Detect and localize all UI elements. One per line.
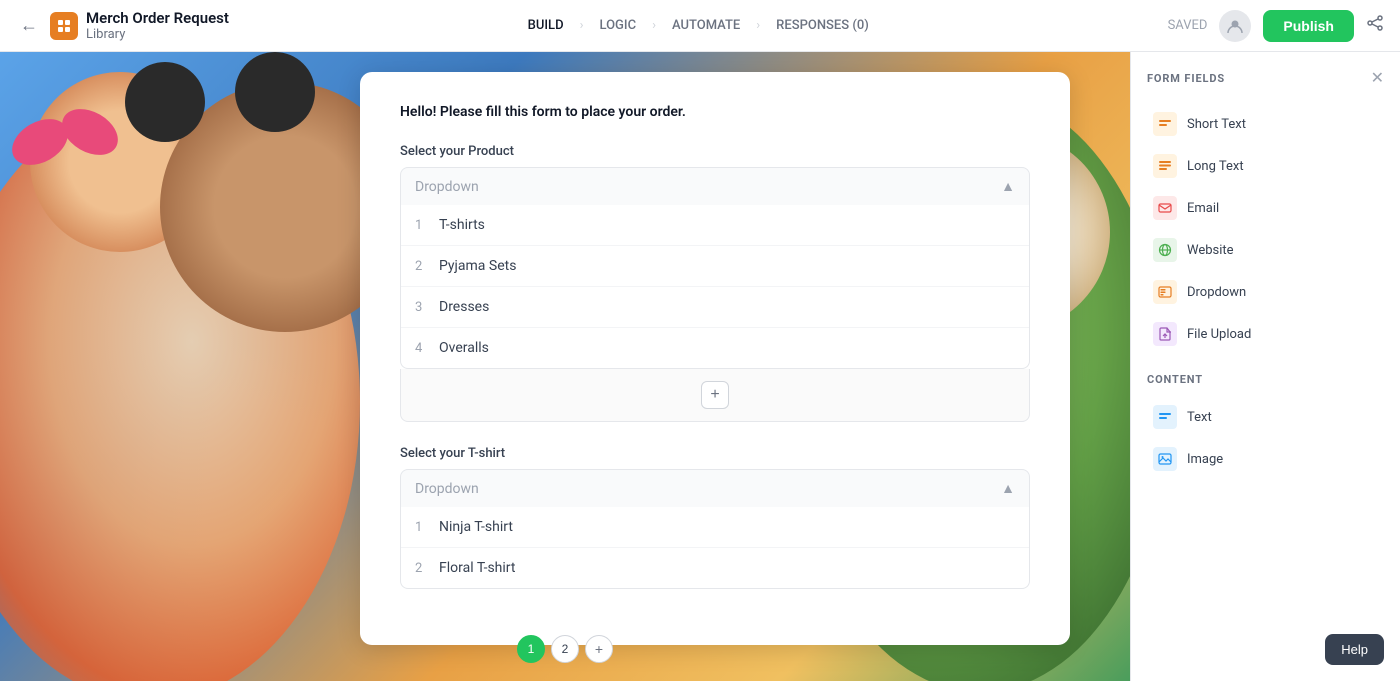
publish-button[interactable]: Publish bbox=[1263, 10, 1354, 42]
dropdown-icon bbox=[1153, 280, 1177, 304]
item-number: 1 bbox=[415, 218, 439, 233]
item-label: Floral T-shirt bbox=[439, 560, 515, 576]
nav-sep-3: › bbox=[756, 18, 760, 33]
share-button[interactable] bbox=[1366, 14, 1384, 37]
header-right: SAVED Publish bbox=[1168, 10, 1384, 42]
sidebar-close-button[interactable]: ✕ bbox=[1371, 68, 1384, 88]
form-section-tshirt: Select your T-shirt Dropdown ▲ 1 Ninja T… bbox=[400, 446, 1030, 589]
app-info: Merch Order Request Library bbox=[86, 9, 229, 42]
page-button-2[interactable]: 2 bbox=[551, 635, 579, 663]
pagination: 1 2 + bbox=[517, 635, 613, 663]
text-content-label: Text bbox=[1187, 410, 1212, 425]
text-content-icon bbox=[1153, 405, 1177, 429]
saved-label: SAVED bbox=[1168, 18, 1208, 33]
mickey-ear-right bbox=[235, 52, 315, 132]
dropdown-list-product: 1 T-shirts 2 Pyjama Sets 3 Dresses 4 Ove… bbox=[400, 205, 1030, 369]
sidebar-item-image[interactable]: Image bbox=[1147, 439, 1384, 479]
avatar-button[interactable] bbox=[1219, 10, 1251, 42]
list-item[interactable]: 1 T-shirts bbox=[401, 205, 1029, 246]
add-row-product: + bbox=[400, 369, 1030, 422]
item-number: 1 bbox=[415, 520, 439, 535]
email-label: Email bbox=[1187, 201, 1219, 216]
header: ← Merch Order Request Library BUILD › LO… bbox=[0, 0, 1400, 52]
back-button[interactable]: ← bbox=[16, 11, 42, 40]
dropdown-list-tshirt: 1 Ninja T-shirt 2 Floral T-shirt bbox=[400, 507, 1030, 589]
item-label: Overalls bbox=[439, 340, 489, 356]
dropdown-product[interactable]: Dropdown ▲ bbox=[400, 167, 1030, 205]
website-label: Website bbox=[1187, 243, 1234, 258]
nav-sep-2: › bbox=[652, 18, 656, 33]
app-subtitle: Library bbox=[86, 27, 229, 42]
form-label-tshirt: Select your T-shirt bbox=[400, 446, 1030, 461]
item-number: 2 bbox=[415, 259, 439, 274]
short-text-icon bbox=[1153, 112, 1177, 136]
short-text-label: Short Text bbox=[1187, 117, 1246, 132]
sidebar-item-website[interactable]: Website bbox=[1147, 230, 1384, 270]
image-icon bbox=[1153, 447, 1177, 471]
item-label: T-shirts bbox=[439, 217, 485, 233]
content-title: CONTENT bbox=[1147, 373, 1203, 386]
sidebar-item-short-text[interactable]: Short Text bbox=[1147, 104, 1384, 144]
form-panel: Hello! Please fill this form to place yo… bbox=[360, 72, 1070, 645]
list-item[interactable]: 2 Floral T-shirt bbox=[401, 548, 1029, 588]
nav-automate[interactable]: AUTOMATE bbox=[660, 12, 752, 39]
list-item[interactable]: 2 Pyjama Sets bbox=[401, 246, 1029, 287]
sidebar-item-dropdown[interactable]: Dropdown bbox=[1147, 272, 1384, 312]
item-label: Ninja T-shirt bbox=[439, 519, 513, 535]
item-label: Dresses bbox=[439, 299, 489, 315]
list-item[interactable]: 4 Overalls bbox=[401, 328, 1029, 368]
sidebar-header: FORM FIELDS ✕ bbox=[1147, 68, 1384, 88]
long-text-icon bbox=[1153, 154, 1177, 178]
list-item[interactable]: 1 Ninja T-shirt bbox=[401, 507, 1029, 548]
long-text-label: Long Text bbox=[1187, 159, 1244, 174]
right-sidebar: FORM FIELDS ✕ Short Text Long Text Email… bbox=[1130, 52, 1400, 681]
file-upload-icon bbox=[1153, 322, 1177, 346]
item-number: 2 bbox=[415, 561, 439, 576]
image-label: Image bbox=[1187, 452, 1223, 467]
list-item[interactable]: 3 Dresses bbox=[401, 287, 1029, 328]
app-icon bbox=[50, 12, 78, 40]
header-nav: BUILD › LOGIC › AUTOMATE › RESPONSES (0) bbox=[516, 12, 881, 39]
email-icon bbox=[1153, 196, 1177, 220]
sidebar-item-email[interactable]: Email bbox=[1147, 188, 1384, 228]
form-intro: Hello! Please fill this form to place yo… bbox=[400, 104, 1030, 120]
sidebar-item-long-text[interactable]: Long Text bbox=[1147, 146, 1384, 186]
item-label: Pyjama Sets bbox=[439, 258, 516, 274]
dropdown-label: Dropdown bbox=[1187, 285, 1246, 300]
header-left: ← Merch Order Request Library bbox=[16, 9, 229, 42]
help-button[interactable]: Help bbox=[1325, 634, 1384, 665]
nav-sep-1: › bbox=[580, 18, 584, 33]
form-label-product: Select your Product bbox=[400, 144, 1030, 159]
add-item-button-product[interactable]: + bbox=[701, 381, 729, 409]
mickey-ear-left bbox=[125, 62, 205, 142]
page-button-1[interactable]: 1 bbox=[517, 635, 545, 663]
chevron-up-icon: ▲ bbox=[1001, 178, 1015, 195]
nav-responses[interactable]: RESPONSES (0) bbox=[764, 12, 881, 39]
item-number: 3 bbox=[415, 300, 439, 315]
form-fields-title: FORM FIELDS bbox=[1147, 72, 1225, 85]
chevron-up-icon-2: ▲ bbox=[1001, 480, 1015, 497]
nav-build[interactable]: BUILD bbox=[516, 12, 576, 39]
website-icon bbox=[1153, 238, 1177, 262]
form-section-product: Select your Product Dropdown ▲ 1 T-shirt… bbox=[400, 144, 1030, 422]
app-title: Merch Order Request bbox=[86, 9, 229, 27]
file-upload-label: File Upload bbox=[1187, 327, 1251, 342]
nav-logic[interactable]: LOGIC bbox=[587, 12, 648, 39]
dropdown-tshirt[interactable]: Dropdown ▲ bbox=[400, 469, 1030, 507]
sidebar-item-file-upload[interactable]: File Upload bbox=[1147, 314, 1384, 354]
add-page-button[interactable]: + bbox=[585, 635, 613, 663]
dropdown-placeholder-product: Dropdown bbox=[415, 179, 479, 195]
dropdown-placeholder-tshirt: Dropdown bbox=[415, 481, 479, 497]
content-divider: CONTENT bbox=[1147, 368, 1384, 387]
sidebar-item-text[interactable]: Text bbox=[1147, 397, 1384, 437]
item-number: 4 bbox=[415, 341, 439, 356]
